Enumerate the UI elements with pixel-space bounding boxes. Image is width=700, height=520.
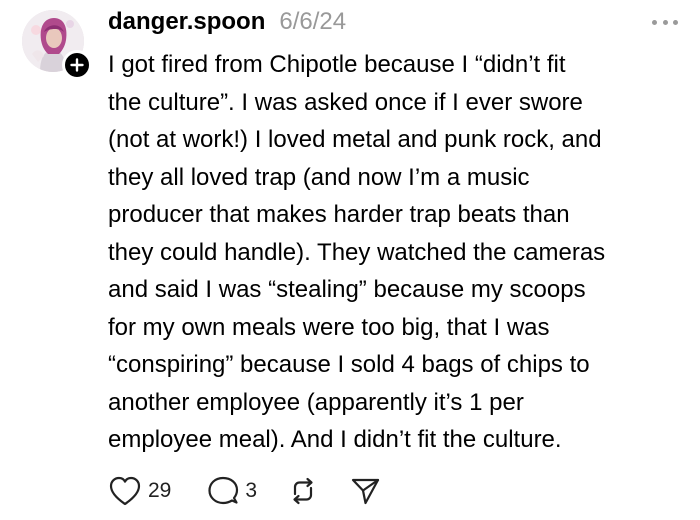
post-header: danger.spoon 6/6/24 <box>108 2 346 42</box>
avatar-container[interactable] <box>22 10 92 80</box>
timestamp: 6/6/24 <box>279 8 347 35</box>
dot <box>652 19 657 25</box>
follow-button[interactable] <box>62 50 92 80</box>
dot <box>662 19 668 25</box>
reply-button[interactable]: 3 <box>207 475 257 507</box>
like-count: 29 <box>148 479 172 502</box>
comment-bubble-icon <box>208 476 239 505</box>
repost-button[interactable] <box>287 475 319 507</box>
plus-icon <box>70 58 84 72</box>
post-body: I got fired from Chipotle because I “did… <box>108 51 606 453</box>
send-icon <box>351 478 380 505</box>
username[interactable]: danger.spoon <box>108 8 265 36</box>
dot <box>673 19 678 25</box>
more-dots-icon[interactable] <box>652 18 678 26</box>
action-bar: 29 3 <box>108 474 381 508</box>
reply-count: 3 <box>245 479 258 502</box>
threads-post: danger.spoon 6/6/24 I got fired from Chi… <box>0 0 700 520</box>
repost-icon <box>293 477 313 505</box>
share-button[interactable] <box>349 475 381 507</box>
like-button[interactable]: 29 <box>108 475 171 507</box>
heart-icon <box>109 476 141 506</box>
